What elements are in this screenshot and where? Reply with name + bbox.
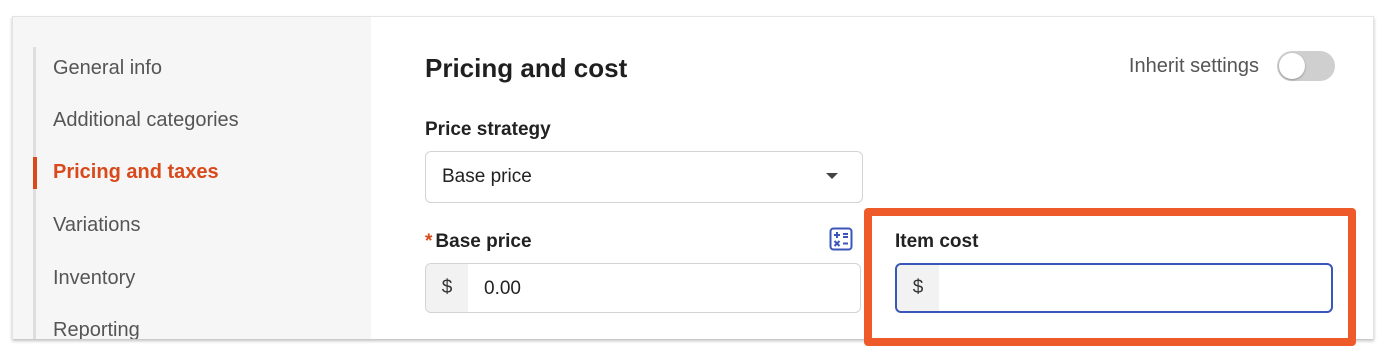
base-price-input[interactable]: $ 0.00 (425, 263, 861, 313)
section-title: Pricing and cost (425, 53, 628, 83)
sidebar-item-inventory[interactable]: Inventory (53, 267, 135, 290)
base-price-value: 0.00 (484, 278, 521, 299)
sidebar-track (33, 47, 36, 339)
sidebar-item-reporting[interactable]: Reporting (53, 319, 140, 339)
sidebar-item-variations[interactable]: Variations (53, 214, 140, 237)
price-strategy-value: Base price (442, 166, 532, 187)
sidebar-item-general-info[interactable]: General info (53, 57, 162, 80)
calculator-icon[interactable] (829, 227, 853, 251)
base-price-label-text: Base price (435, 231, 532, 252)
item-cost-label: Item cost (895, 231, 979, 252)
sidebar: General info Additional categories Prici… (13, 17, 371, 339)
price-strategy-label: Price strategy (425, 119, 551, 140)
caret-down-icon (826, 173, 838, 179)
settings-panel: General info Additional categories Prici… (12, 16, 1374, 339)
sidebar-active-indicator (33, 157, 37, 189)
inherit-settings-label: Inherit settings (1128, 55, 1259, 77)
inherit-settings-toggle[interactable] (1277, 51, 1335, 81)
main-content: Pricing and cost Inherit settings Price … (371, 17, 1373, 339)
toggle-knob (1279, 53, 1305, 79)
currency-prefix: $ (897, 265, 939, 311)
currency-prefix: $ (426, 264, 468, 312)
price-strategy-select[interactable]: Base price (425, 151, 863, 203)
sidebar-item-pricing-and-taxes[interactable]: Pricing and taxes (53, 161, 219, 184)
base-price-label: * Base price (425, 231, 532, 253)
sidebar-item-additional-categories[interactable]: Additional categories (53, 109, 239, 132)
item-cost-input[interactable]: $ (895, 263, 1333, 313)
required-marker: * (425, 231, 433, 252)
